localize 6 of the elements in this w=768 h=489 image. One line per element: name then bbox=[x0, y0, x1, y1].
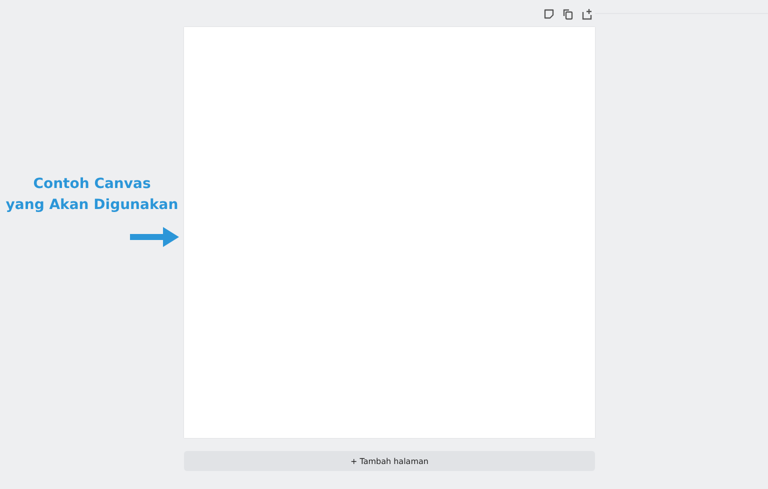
arrow-icon bbox=[130, 227, 179, 247]
copy-icon[interactable] bbox=[562, 8, 574, 20]
note-icon[interactable] bbox=[543, 8, 555, 20]
add-page-button[interactable]: + Tambah halaman bbox=[184, 451, 595, 471]
annotation-text: Contoh Canvas yang Akan Digunakan bbox=[4, 175, 180, 215]
add-page-icon[interactable] bbox=[581, 8, 593, 20]
